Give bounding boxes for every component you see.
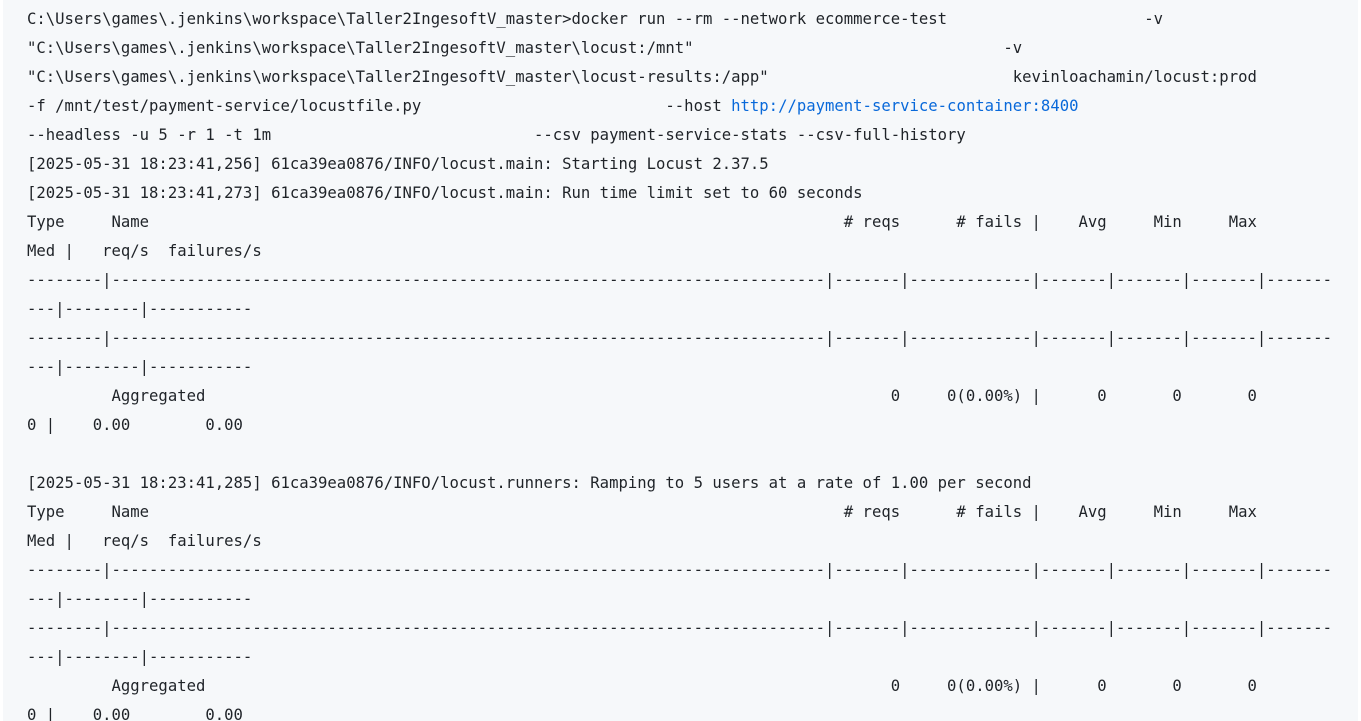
terminal-line: [2025-05-31 18:23:41,285] 61ca39ea0876/I… bbox=[27, 474, 1032, 492]
terminal-line: --------|-------------------------------… bbox=[27, 329, 1332, 347]
terminal-line: [2025-05-31 18:23:41,256] 61ca39ea0876/I… bbox=[27, 155, 769, 173]
terminal-line: --headless -u 5 -r 1 -t 1m --csv payment… bbox=[27, 126, 966, 144]
terminal-line-text: -f /mnt/test/payment-service/locustfile.… bbox=[27, 97, 732, 115]
terminal-line: C:\Users\games\.jenkins\workspace\Taller… bbox=[27, 10, 1163, 28]
terminal-line: "C:\Users\games\.jenkins\workspace\Talle… bbox=[27, 39, 1023, 57]
terminal-line: --------|-------------------------------… bbox=[27, 561, 1332, 579]
terminal-line: Aggregated 0 0(0.00%) | 0 0 0 bbox=[27, 387, 1257, 405]
terminal-lines: C:\Users\games\.jenkins\workspace\Taller… bbox=[27, 5, 1358, 721]
terminal-output-block: C:\Users\games\.jenkins\workspace\Taller… bbox=[3, 0, 1358, 721]
terminal-line: --------|-------------------------------… bbox=[27, 619, 1332, 637]
terminal-line: ---|--------|----------- bbox=[27, 648, 253, 666]
terminal-line: Type Name # reqs # fails | Avg Min Max bbox=[27, 213, 1257, 231]
terminal-line: ---|--------|----------- bbox=[27, 300, 253, 318]
terminal-line: [2025-05-31 18:23:41,273] 61ca39ea0876/I… bbox=[27, 184, 863, 202]
terminal-line: Med | req/s failures/s bbox=[27, 242, 262, 260]
host-url-link[interactable]: http://payment-service-container:8400 bbox=[731, 97, 1078, 115]
terminal-line: ---|--------|----------- bbox=[27, 358, 253, 376]
terminal-line: Med | req/s failures/s bbox=[27, 532, 262, 550]
terminal-line: 0 | 0.00 0.00 bbox=[27, 706, 243, 721]
terminal-line: "C:\Users\games\.jenkins\workspace\Talle… bbox=[27, 68, 1257, 86]
terminal-line: ---|--------|----------- bbox=[27, 590, 253, 608]
terminal-line: Type Name # reqs # fails | Avg Min Max bbox=[27, 503, 1257, 521]
terminal-line: Aggregated 0 0(0.00%) | 0 0 0 bbox=[27, 677, 1257, 695]
terminal-line: -f /mnt/test/payment-service/locustfile.… bbox=[27, 92, 1358, 121]
terminal-line: --------|-------------------------------… bbox=[27, 271, 1332, 289]
terminal-line: 0 | 0.00 0.00 bbox=[27, 416, 243, 434]
